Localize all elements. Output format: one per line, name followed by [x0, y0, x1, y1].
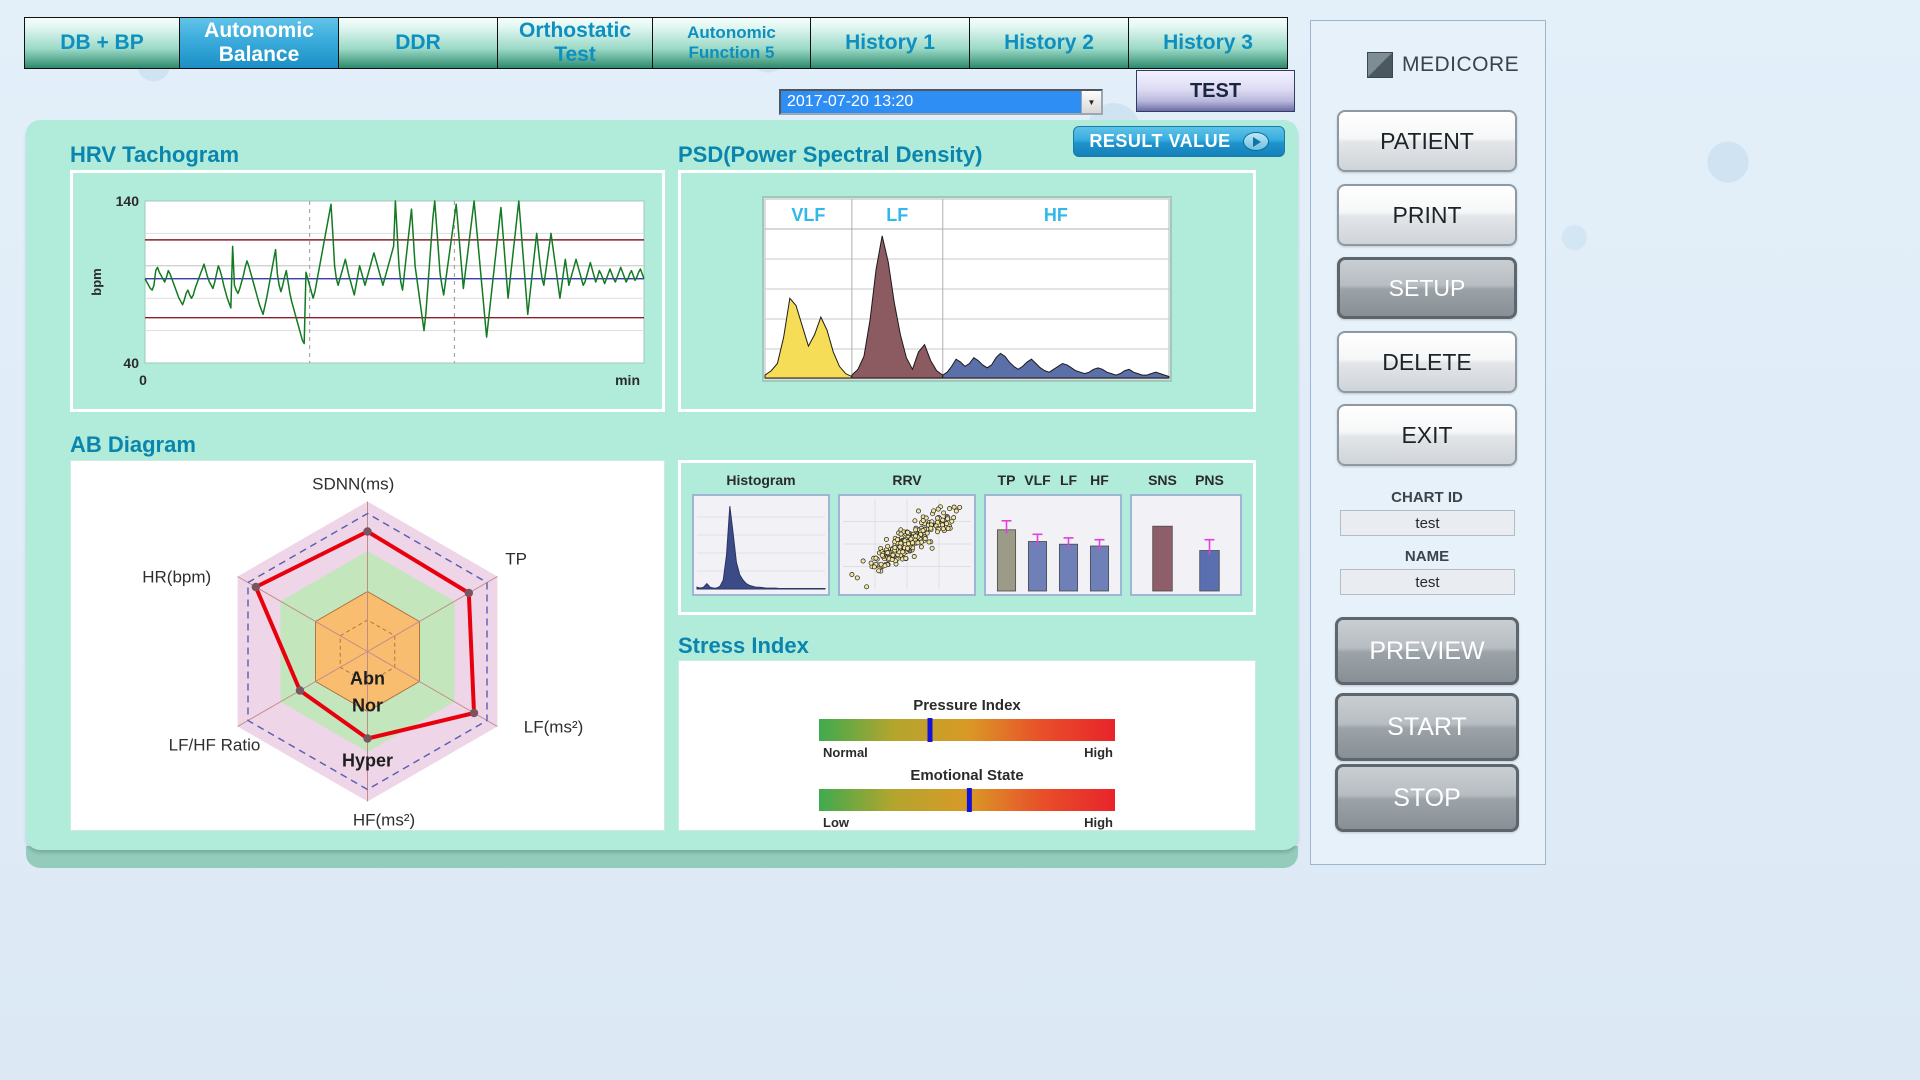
hrv-tachogram-chart: 140 40 bpm 0 min — [73, 173, 662, 409]
tab-label: History 3 — [1163, 31, 1253, 54]
sidebar-button-label: EXIT — [1401, 421, 1453, 448]
radar-axis-label-1: LF(ms²) — [524, 718, 583, 737]
mini-bar-label-lf: LF — [1060, 472, 1078, 488]
radar-zone-label-abn: Abn — [350, 669, 385, 689]
stress-index-box: Pressure Index Normal High Emotional State L… — [678, 660, 1256, 831]
mini-rrv-title: RRV — [892, 472, 922, 488]
sidebar-button-label: PATIENT — [1380, 127, 1474, 154]
radar-axis-label-5: SDNN(ms) — [312, 475, 394, 494]
result-value-label: RESULT VALUE — [1089, 131, 1231, 151]
tab-label: History 1 — [845, 31, 935, 54]
stress-pressure-index-title: Pressure Index — [913, 697, 1021, 714]
mini-bar-label-tp: TP — [998, 472, 1016, 488]
field-label-name: NAME — [1404, 548, 1450, 565]
tab-orthostatic-test[interactable]: Orthostatic Test — [497, 17, 652, 69]
tab-label: Autonomic Function 5 — [687, 23, 776, 62]
sidebar-action-preview[interactable]: PREVIEW — [1335, 617, 1519, 685]
stress-pressure-index-left-label: Normal — [823, 745, 868, 760]
play-arrow-icon — [1242, 132, 1269, 151]
radar-axis-label-0: TP — [505, 550, 527, 569]
tab-history-2[interactable]: History 2 — [969, 17, 1128, 69]
medicore-logo-icon — [1367, 52, 1393, 78]
tab-label: DB + BP — [60, 31, 144, 54]
tab-label: Autonomic Balance — [204, 19, 314, 66]
main-content-panel: RESULT VALUE HRV Tachogram 140 40 bpm 0 min … — [26, 120, 1298, 850]
radar-axis-label-2: HF(ms²) — [353, 811, 415, 830]
brand-name: MEDICORE — [1402, 53, 1520, 76]
tab-label: Orthostatic Test — [518, 19, 631, 66]
sidebar-action-label: STOP — [1393, 783, 1461, 812]
psd-chart: VLF LF HF — [681, 173, 1253, 409]
stress-emotional-state-title: Emotional State — [910, 767, 1023, 784]
sidebar-button-delete[interactable]: DELETE — [1337, 331, 1517, 393]
tachogram-ylabel: bpm — [89, 268, 104, 295]
stress-index-title: Stress Index — [678, 633, 809, 658]
tab-label: History 2 — [1004, 31, 1094, 54]
mini-histogram-title: Histogram — [726, 472, 795, 488]
sidebar-button-label: PRINT — [1392, 201, 1462, 228]
stress-pressure-index-right-label: High — [1084, 745, 1113, 760]
tachogram-ytick-min: 40 — [123, 355, 139, 371]
test-date-value: 2017-07-20 13:20 — [781, 91, 1081, 113]
brand-logo: MEDICORE — [1367, 52, 1519, 78]
tab-autonomic-balance[interactable]: Autonomic Balance — [179, 17, 338, 69]
tab-db-bp[interactable]: DB + BP — [24, 17, 179, 69]
tab-history-3[interactable]: History 3 — [1128, 17, 1288, 69]
stress-index-chart: Pressure Index Normal High Emotional State L… — [679, 661, 1255, 830]
psd-band-label-vlf: VLF — [791, 205, 825, 225]
sidebar-button-setup[interactable]: SETUP — [1337, 257, 1517, 319]
mini-bar-label-hf: HF — [1090, 472, 1109, 488]
tab-ddr[interactable]: DDR — [338, 17, 497, 69]
sidebar-button-exit[interactable]: EXIT — [1337, 404, 1517, 466]
tachogram-xlabel: min — [615, 372, 640, 388]
tab-autonomic-function-5[interactable]: Autonomic Function 5 — [652, 17, 810, 69]
sidebar-action-label: START — [1387, 712, 1467, 741]
mini-bar-label-sns: SNS — [1148, 472, 1177, 488]
field-text: test — [1415, 514, 1440, 532]
sidebar-button-label: SETUP — [1388, 274, 1466, 301]
test-button[interactable]: TEST — [1136, 70, 1295, 112]
sidebar-button-patient[interactable]: PATIENT — [1337, 110, 1517, 172]
psd-box: VLF LF HF — [678, 170, 1256, 412]
mini-charts-group: Histogram RRV TP VLF LF HF SNS PNS — [681, 463, 1253, 612]
stress-emotional-state-left-label: Low — [823, 815, 850, 830]
tachogram-ytick-max: 140 — [116, 193, 140, 209]
field-text: test — [1415, 573, 1440, 591]
mini-charts-box: Histogram RRV TP VLF LF HF SNS PNS — [678, 460, 1256, 615]
result-value-button[interactable]: RESULT VALUE — [1073, 126, 1285, 157]
sidebar-button-label: DELETE — [1382, 348, 1472, 375]
ab-diagram-title: AB Diagram — [70, 432, 196, 457]
hrv-tachogram-title: HRV Tachogram — [70, 142, 240, 167]
field-value-chart-id[interactable]: test — [1340, 510, 1515, 536]
ab-diagram-box: TP LF(ms²) HF(ms²) LF/HF Ratio HR(bpm) SDNN(m… — [70, 460, 665, 831]
chevron-down-icon[interactable]: ▼ — [1081, 91, 1101, 113]
tachogram-xtick-0: 0 — [139, 372, 147, 388]
sidebar-action-stop[interactable]: STOP — [1335, 764, 1519, 832]
field-label-chart-id: CHART ID — [1391, 489, 1463, 506]
radar-zone-label-hyper: Hyper — [342, 751, 393, 771]
psd-title: PSD(Power Spectral Density) — [678, 142, 983, 167]
test-date-select[interactable]: 2017-07-20 13:20 ▼ — [779, 89, 1103, 115]
radar-axis-label-4: HR(bpm) — [142, 568, 211, 587]
ab-diagram-chart: TP LF(ms²) HF(ms²) LF/HF Ratio HR(bpm) SDNN(m… — [71, 461, 664, 830]
field-value-name[interactable]: test — [1340, 569, 1515, 595]
sidebar-action-label: PREVIEW — [1369, 636, 1485, 665]
stress-emotional-state-right-label: High — [1084, 815, 1113, 830]
tab-label: DDR — [395, 31, 441, 54]
mini-bar-label-vlf: VLF — [1024, 472, 1051, 488]
sidebar-button-print[interactable]: PRINT — [1337, 184, 1517, 246]
hrv-tachogram-box: 140 40 bpm 0 min — [70, 170, 665, 412]
radar-axis-label-3: LF/HF Ratio — [169, 736, 261, 755]
app-window: DB + BP Autonomic Balance DDR Orthostatic T… — [0, 0, 1920, 1080]
radar-zone-label-nor: Nor — [352, 696, 383, 716]
tab-history-1[interactable]: History 1 — [810, 17, 969, 69]
psd-band-label-hf: HF — [1044, 205, 1068, 225]
sidebar-action-start[interactable]: START — [1335, 693, 1519, 761]
psd-band-label-lf: LF — [886, 205, 908, 225]
mini-bar-label-pns: PNS — [1195, 472, 1224, 488]
